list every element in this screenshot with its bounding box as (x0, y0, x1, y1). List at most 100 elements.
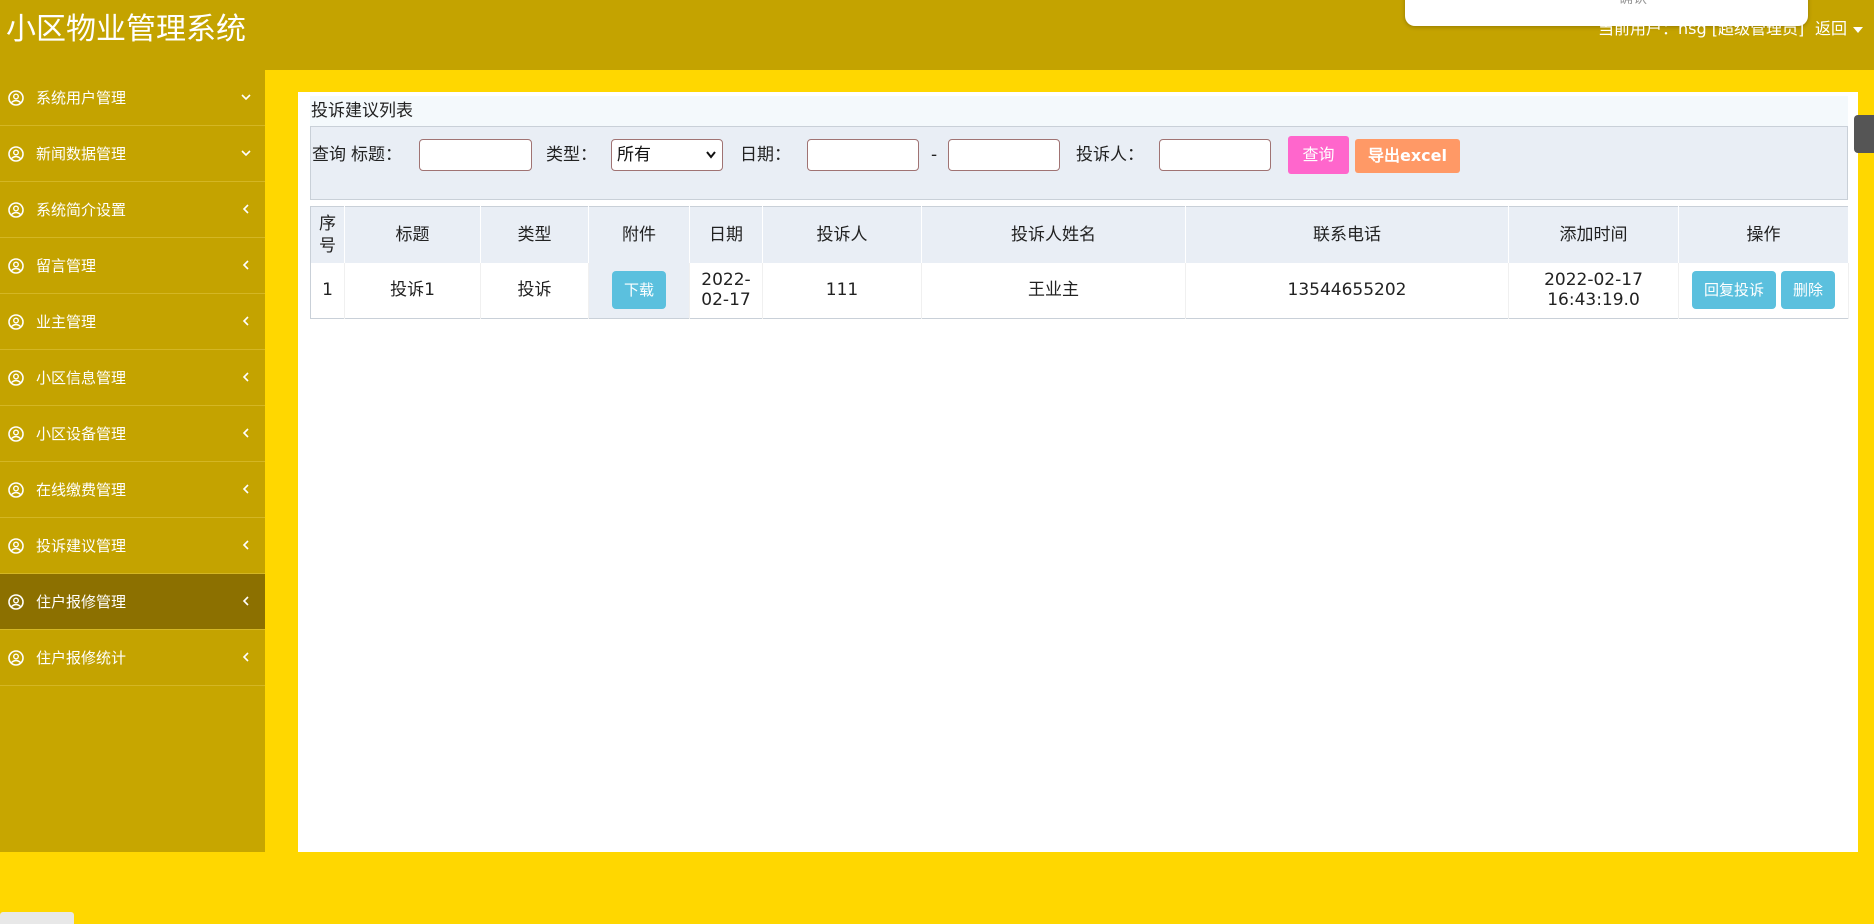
complainant-label: 投诉人： (1076, 145, 1144, 165)
cell-complainant-name: 王业主 (921, 262, 1186, 319)
sidebar-item-label: 投诉建议管理 (36, 537, 127, 555)
back-label: 返回 (1815, 19, 1848, 38)
chevron-left-icon (242, 372, 249, 382)
column-header: 投诉人 (762, 206, 922, 263)
column-header: 序号 (310, 206, 345, 263)
chevron-left-icon (242, 484, 249, 494)
sidebar: 系统用户管理 新闻数据管理 系统简介设置 留言管理业主管理小区信息管理 小区设备管理 在线… (0, 70, 265, 924)
cell-complainant: 111 (762, 262, 922, 319)
sidebar-item-10[interactable]: 住户报修统计 (0, 630, 265, 686)
column-header: 日期 (689, 206, 763, 263)
user-circle-icon (8, 258, 24, 274)
sidebar-item-6[interactable]: 小区设备管理 (0, 406, 265, 462)
sidebar-item-5[interactable]: 小区信息管理 (0, 350, 265, 406)
chevron-down-icon (241, 94, 251, 101)
user-circle-icon (8, 314, 24, 330)
chevron-down-icon (706, 151, 716, 159)
chevron-left-icon (242, 540, 249, 550)
top-header: 小区物业管理系统 确认 当前用户：hsg [超级管理员] 返回 (0, 0, 1874, 70)
complaint-table: 序号 标题 类型 附件 日期 投诉人 投诉人姓名 联系电话 添加时间 操作 1 投诉1 投诉 下载 202… (310, 206, 1849, 319)
panel-title: 投诉建议列表 (310, 96, 1848, 126)
sidebar-item-2[interactable]: 系统简介设置 (0, 182, 265, 238)
complainant-input[interactable] (1159, 139, 1271, 171)
chevron-left-icon (242, 204, 249, 214)
chevron-down-icon (1853, 26, 1864, 33)
sidebar-item-label: 系统用户管理 (36, 89, 127, 107)
date-label: 日期： (740, 145, 791, 165)
app-title: 小区物业管理系统 (6, 12, 246, 47)
column-header: 添加时间 (1508, 206, 1679, 263)
type-select[interactable]: 所有 (611, 139, 723, 171)
chevron-left-icon (242, 596, 249, 606)
cell-title: 投诉1 (344, 262, 481, 319)
export-excel-button[interactable]: 导出excel (1355, 139, 1460, 173)
sidebar-item-7[interactable]: 在线缴费管理 (0, 462, 265, 518)
query-prefix-label: 查询 (312, 145, 346, 165)
sidebar-item-label: 新闻数据管理 (36, 145, 127, 163)
sidebar-item-1[interactable]: 新闻数据管理 (0, 126, 265, 182)
reply-complaint-button[interactable]: 回复投诉 (1691, 271, 1776, 310)
type-select-value: 所有 (617, 145, 651, 165)
column-header: 标题 (344, 206, 481, 263)
table-body: 1 投诉1 投诉 下载 2022-02-17 111 王业主 13544655202 2022-… (310, 262, 1849, 319)
sidebar-item-label: 系统简介设置 (36, 201, 127, 219)
column-header: 投诉人姓名 (921, 206, 1186, 263)
back-dropdown[interactable]: 返回 (1815, 19, 1864, 39)
sidebar-item-label: 小区信息管理 (36, 369, 127, 387)
sidebar-item-label: 住户报修管理 (36, 593, 127, 611)
column-header: 类型 (480, 206, 589, 263)
sidebar-toggle-button[interactable] (0, 912, 74, 924)
table-header-row: 序号 标题 类型 附件 日期 投诉人 投诉人姓名 联系电话 添加时间 操作 (310, 206, 1849, 263)
cell-date: 2022-02-17 (689, 262, 763, 319)
delete-button[interactable]: 删除 (1781, 271, 1836, 310)
search-bar: 查询 标题： 类型： 所有 日期： - 投诉人： 查询 导出excel (310, 126, 1848, 200)
sidebar-item-9[interactable]: 住户报修管理 (0, 574, 265, 630)
title-input[interactable] (419, 139, 532, 171)
main-content: 投诉建议列表 查询 标题： 类型： 所有 日期： - 投诉人： 查询 导出exc… (298, 92, 1858, 852)
user-circle-icon (8, 426, 24, 442)
chevron-left-icon (242, 652, 249, 662)
user-circle-icon (8, 594, 24, 610)
sidebar-item-3[interactable]: 留言管理 (0, 238, 265, 294)
user-circle-icon (8, 146, 24, 162)
cell-operations: 回复投诉 删除 (1678, 262, 1849, 319)
popup-text: 确认 (1533, 0, 1733, 6)
sidebar-item-label: 业主管理 (36, 313, 97, 331)
sidebar-item-0[interactable]: 系统用户管理 (0, 70, 265, 126)
user-circle-icon (8, 482, 24, 498)
type-label: 类型： (546, 145, 597, 165)
table-row: 1 投诉1 投诉 下载 2022-02-17 111 王业主 13544655202 2022-… (310, 262, 1849, 319)
date-from-input[interactable] (807, 139, 919, 171)
current-user-info: 当前用户：hsg [超级管理员] (1598, 19, 1805, 38)
sidebar-item-label: 在线缴费管理 (36, 481, 127, 499)
date-to-input[interactable] (948, 139, 1060, 171)
user-circle-icon (8, 90, 24, 106)
download-button[interactable]: 下载 (611, 271, 666, 310)
date-separator: - (931, 145, 938, 165)
sidebar-item-8[interactable]: 投诉建议管理 (0, 518, 265, 574)
chevron-down-icon (241, 150, 251, 157)
side-panel-tab[interactable] (1854, 115, 1874, 153)
complaint-list-panel: 投诉建议列表 查询 标题： 类型： 所有 日期： - 投诉人： 查询 导出exc… (310, 96, 1849, 319)
title-label: 标题： (351, 145, 402, 165)
chevron-left-icon (242, 316, 249, 326)
user-circle-icon (8, 370, 24, 386)
sidebar-item-label: 留言管理 (36, 257, 97, 275)
query-button[interactable]: 查询 (1288, 136, 1349, 174)
user-circle-icon (8, 202, 24, 218)
user-circle-icon (8, 538, 24, 554)
cell-index: 1 (310, 262, 345, 319)
sidebar-item-4[interactable]: 业主管理 (0, 294, 265, 350)
column-header: 操作 (1678, 206, 1849, 263)
cell-phone: 13544655202 (1185, 262, 1509, 319)
cell-type: 投诉 (480, 262, 589, 319)
chevron-left-icon (242, 260, 249, 270)
column-header: 联系电话 (1185, 206, 1509, 263)
sidebar-nav: 系统用户管理 新闻数据管理 系统简介设置 留言管理业主管理小区信息管理 小区设备管理 在线… (0, 70, 265, 686)
cell-added-time: 2022-02-17 16:43:19.0 (1508, 262, 1679, 319)
chevron-left-icon (242, 428, 249, 438)
user-circle-icon (8, 650, 24, 666)
sidebar-item-label: 小区设备管理 (36, 425, 127, 443)
cell-attachment: 下载 (588, 262, 690, 319)
sidebar-item-label: 住户报修统计 (36, 649, 127, 667)
